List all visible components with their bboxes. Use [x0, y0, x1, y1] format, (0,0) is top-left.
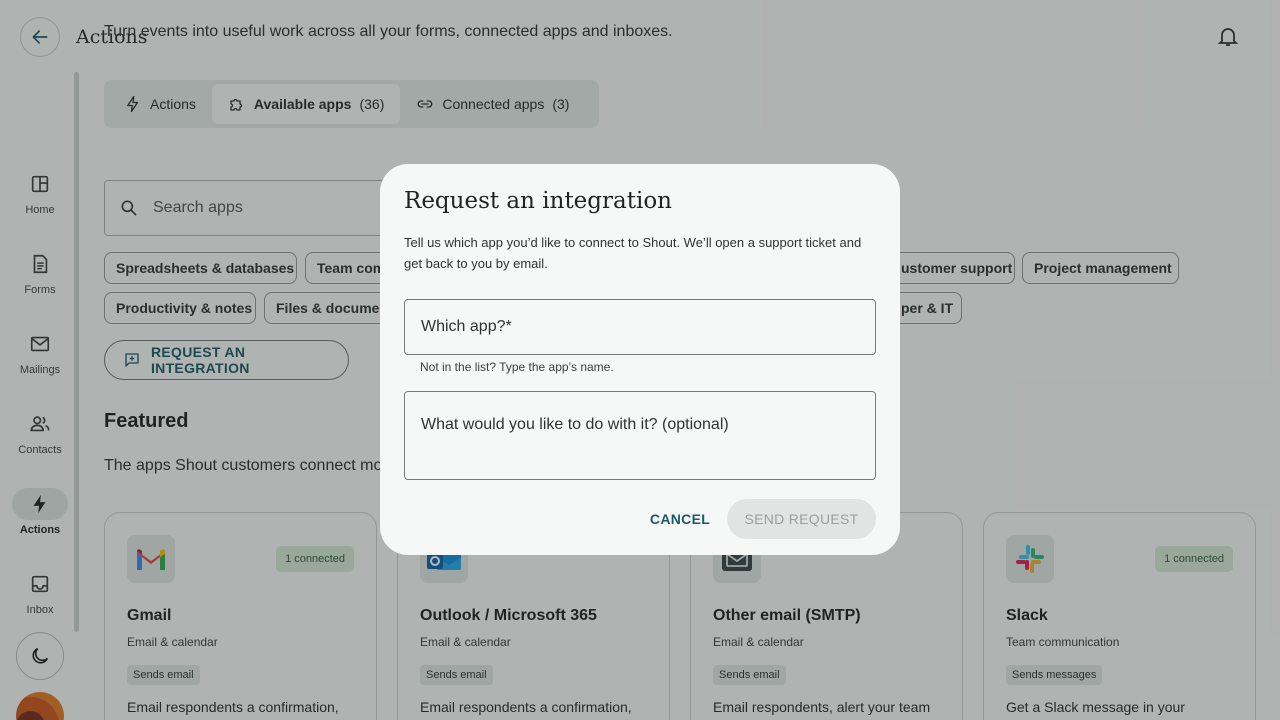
which-app-helper: Not in the list? Type the app’s name.	[420, 360, 614, 374]
which-app-field[interactable]: Which app?*	[404, 299, 876, 355]
send-request-button[interactable]: SEND REQUEST	[727, 499, 876, 539]
dialog-title: Request an integration	[404, 188, 672, 214]
cancel-button[interactable]: CANCEL	[642, 499, 718, 539]
purpose-field[interactable]: What would you like to do with it? (opti…	[404, 391, 876, 480]
purpose-label: What would you like to do with it? (opti…	[421, 416, 729, 433]
which-app-label: Which app?*	[421, 318, 512, 335]
dialog-body: Tell us which app you’d like to connect …	[404, 235, 862, 271]
request-integration-dialog: Request an integration Tell us which app…	[380, 164, 900, 555]
